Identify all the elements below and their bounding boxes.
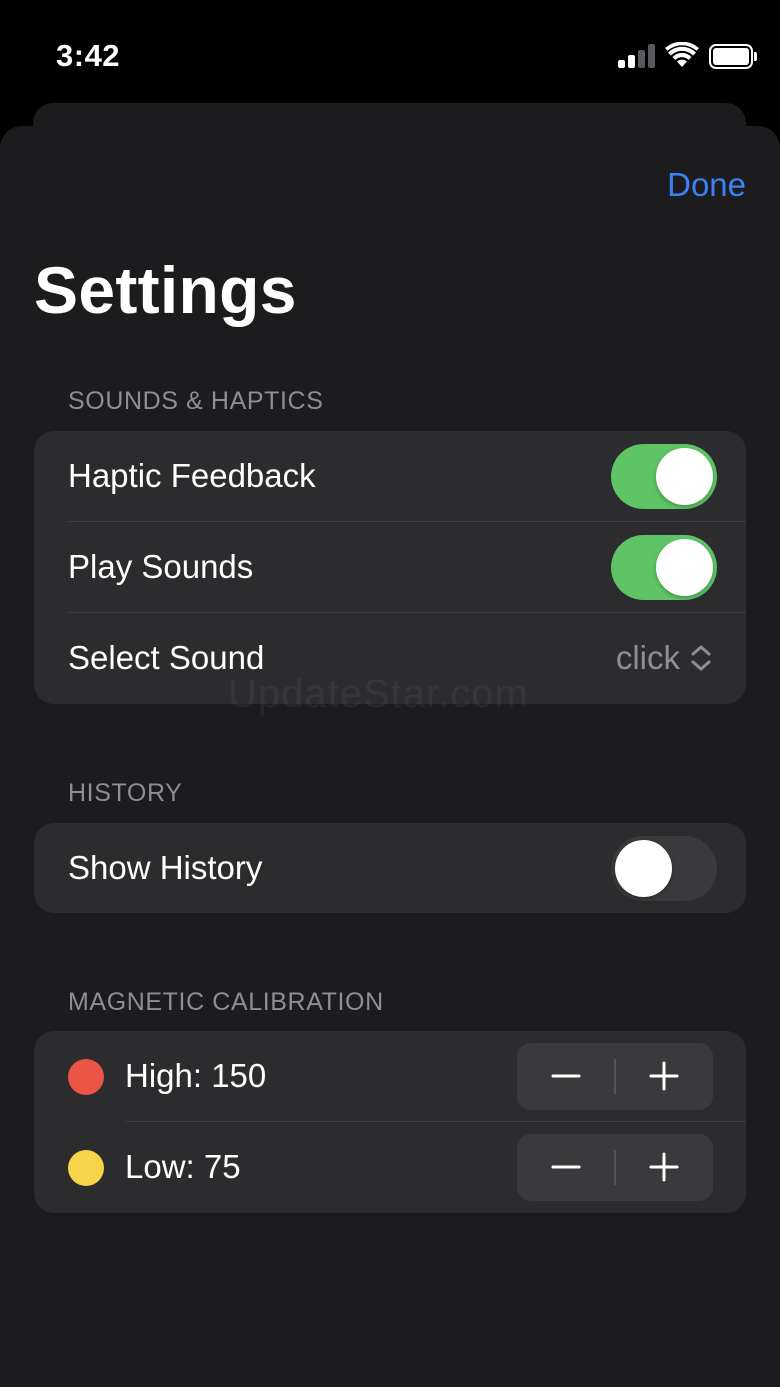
- signal-icon: [618, 44, 656, 68]
- battery-icon: [709, 44, 757, 69]
- low-color-dot: [68, 1150, 104, 1186]
- haptic-feedback-row: Haptic Feedback: [34, 431, 746, 522]
- sound-picker[interactable]: click: [616, 639, 712, 677]
- low-decrement-button[interactable]: [517, 1134, 615, 1201]
- haptic-feedback-label: Haptic Feedback: [68, 457, 316, 494]
- show-history-row: Show History: [34, 823, 746, 913]
- high-color-dot: [68, 1059, 104, 1095]
- history-group: Show History: [34, 823, 746, 913]
- toggle-knob: [656, 448, 713, 505]
- minus-icon: [551, 1074, 581, 1078]
- plus-icon: [649, 1061, 679, 1091]
- high-decrement-button[interactable]: [517, 1043, 615, 1110]
- minus-icon: [551, 1165, 581, 1169]
- status-time: 3:42: [56, 38, 121, 73]
- low-stepper: [517, 1134, 713, 1201]
- chevron-up-down-icon: [691, 645, 711, 671]
- sound-picker-value: click: [615, 639, 680, 676]
- select-sound-row[interactable]: Select Sound click: [34, 613, 746, 704]
- status-bar: 3:42: [0, 0, 780, 110]
- low-increment-button[interactable]: [615, 1134, 713, 1201]
- toggle-knob: [615, 840, 672, 897]
- calibration-group: High: 150 Low: 75: [34, 1031, 746, 1213]
- page-title: Settings: [34, 253, 297, 327]
- play-sounds-row: Play Sounds: [34, 522, 746, 613]
- plus-icon: [649, 1152, 679, 1182]
- show-history-label: Show History: [68, 849, 263, 886]
- haptic-feedback-toggle[interactable]: [611, 444, 717, 509]
- low-label: Low: 75: [125, 1148, 241, 1185]
- sounds-group: Haptic Feedback Play Sounds Select Sound…: [34, 431, 746, 704]
- play-sounds-label: Play Sounds: [68, 548, 254, 585]
- high-label: High: 150: [125, 1057, 267, 1094]
- high-stepper: [517, 1043, 713, 1110]
- show-history-toggle[interactable]: [611, 836, 717, 901]
- play-sounds-toggle[interactable]: [611, 535, 717, 600]
- high-increment-button[interactable]: [615, 1043, 713, 1110]
- section-header-history: HISTORY: [68, 779, 183, 807]
- section-header-sounds: SOUNDS & HAPTICS: [68, 387, 324, 415]
- calibration-high-row: High: 150: [34, 1031, 746, 1122]
- toggle-knob: [656, 539, 713, 596]
- wifi-icon: [665, 42, 699, 67]
- done-button[interactable]: Done: [667, 166, 746, 204]
- section-header-calibration: MAGNETIC CALIBRATION: [68, 988, 384, 1016]
- select-sound-label: Select Sound: [68, 639, 265, 676]
- calibration-low-row: Low: 75: [34, 1122, 746, 1213]
